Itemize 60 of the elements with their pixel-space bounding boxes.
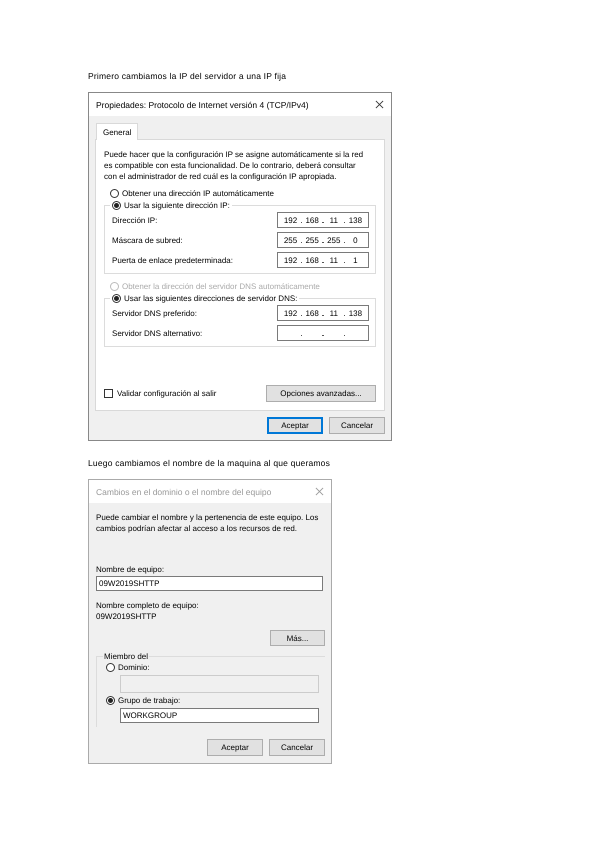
field-label: Nombre de equipo: — [96, 565, 166, 574]
field-label: Nombre completo de equipo: — [96, 601, 200, 610]
input-field[interactable] — [120, 675, 319, 693]
window-title: Cambios en el dominio o el nombre del equipo — [96, 486, 272, 496]
description: Puede hacer que la configuración IP se asigne automáticamente si la red es compatible con esta funcionalidad. De lo contrario, deberá consultar con el administrador de red cuál es la configuración IP apropiada. — [104, 149, 364, 182]
field-value: WORKGROUP — [123, 711, 178, 720]
radio-button[interactable] — [112, 201, 121, 210]
radio-label[interactable]: Obtener una dirección IP automáticamente — [122, 189, 274, 198]
group-label: Miembro del — [103, 652, 150, 661]
octet: 11 — [330, 308, 338, 318]
radio-button[interactable] — [106, 663, 115, 672]
ip-field[interactable]: 255 255 255 0 — [277, 232, 369, 248]
checkbox[interactable] — [104, 389, 113, 398]
field-label: Servidor DNS alternativo: — [112, 328, 202, 338]
octet: 168 — [305, 308, 319, 318]
dialog-button[interactable]: Cancelar — [269, 739, 325, 756]
radio-label[interactable]: Usar las siguientes direcciones de servidor DNS: — [124, 294, 298, 303]
octet: 192 — [284, 308, 298, 318]
octet: 11 — [330, 216, 338, 224]
octet: 138 — [348, 216, 362, 224]
close-icon[interactable] — [375, 100, 384, 109]
octet: 192 — [284, 256, 298, 264]
field-label: Puerta de enlace predeterminada: — [112, 256, 233, 264]
radio-button[interactable] — [110, 189, 119, 198]
computer-name-field[interactable]: 09W2019SHTTP — [96, 576, 323, 591]
ip-field[interactable] — [277, 325, 369, 341]
octet: 255 — [327, 236, 340, 244]
field-label: Dirección IP: — [112, 216, 158, 224]
ip-field[interactable]: 192 168 11 1 — [277, 252, 369, 268]
advanced-options-button[interactable]: Opciones avanzadas... — [266, 385, 376, 402]
full-computer-name: 09W2019SHTTP — [96, 612, 158, 621]
radio-button[interactable] — [106, 696, 115, 705]
octet: 11 — [330, 256, 338, 264]
radio-label[interactable]: Usar la siguiente dirección IP: — [124, 201, 230, 210]
input-field[interactable]: WORKGROUP — [120, 708, 319, 723]
field-label: Servidor DNS preferido: — [112, 308, 197, 318]
octet: 168 — [305, 256, 319, 264]
radio-label[interactable]: Grupo de trabajo: — [118, 696, 180, 705]
octet: 192 — [284, 216, 298, 224]
ip-field[interactable]: 192 168 11 138 — [277, 305, 369, 321]
octet: 138 — [348, 308, 362, 318]
octet: 168 — [305, 216, 319, 224]
heading: Primero cambiamos la IP del servidor a una IP fija — [88, 70, 288, 82]
checkbox-label[interactable]: Validar configuración al salir — [117, 389, 216, 398]
heading: Luego cambiamos el nombre de la maquina al que queramos — [88, 457, 332, 469]
description: Puede cambiar el nombre y la pertenencia de este equipo. Los cambios podrían afectar al acceso a los recursos de red. — [96, 512, 320, 534]
octet: 0 — [353, 236, 358, 244]
radio-label[interactable]: Dominio: — [118, 663, 150, 672]
octet: 1 — [353, 256, 358, 264]
tab[interactable]: General — [96, 123, 138, 140]
dialog-button[interactable]: Cancelar — [329, 417, 385, 434]
more-button[interactable]: Más... — [270, 630, 325, 646]
field-label: Máscara de subred: — [112, 236, 183, 244]
octet: 255 — [305, 236, 319, 244]
ip-field[interactable]: 192 168 11 138 — [277, 212, 369, 228]
octet: 255 — [284, 236, 298, 244]
dialog-button[interactable]: Aceptar — [267, 417, 323, 434]
dialog-button[interactable]: Aceptar — [207, 739, 263, 756]
radio-button[interactable] — [112, 294, 121, 303]
window-title: Propiedades: Protocolo de Internet versión 4 (TCP/IPv4) — [96, 100, 309, 110]
